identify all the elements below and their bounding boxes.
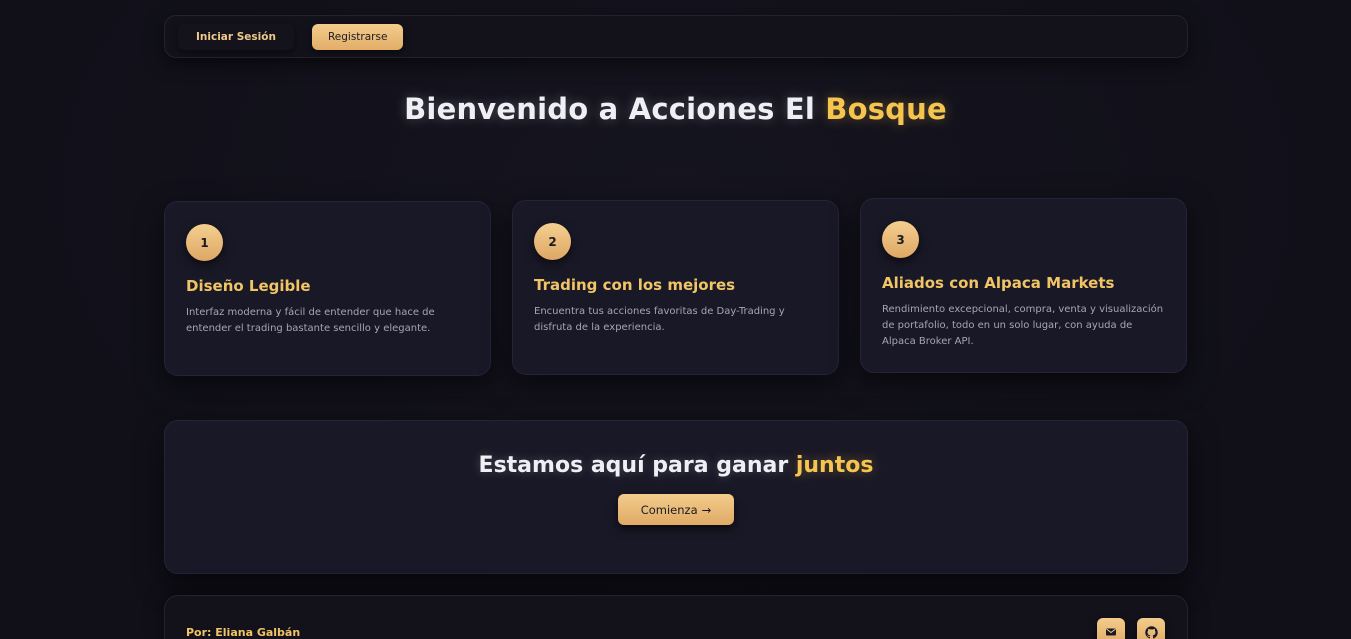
feature-card-1: 1 Diseño Legible Interfaz moderna y fáci… (164, 201, 491, 376)
github-link[interactable] (1137, 618, 1165, 639)
start-button[interactable]: Comienza → (618, 494, 734, 525)
feature-number-badge: 2 (534, 223, 571, 260)
mail-icon (1106, 628, 1116, 636)
register-button[interactable]: Registrarse (311, 23, 404, 50)
landing-page: Iniciar Sesión Registrarse Bienvenido a … (0, 0, 1351, 639)
cta-section: Estamos aquí para ganar juntos Comienza … (164, 420, 1188, 574)
login-button[interactable]: Iniciar Sesión (178, 23, 294, 50)
hero-title: Bienvenido a Acciones El Bosque (0, 92, 1351, 126)
hero-title-accent: Bosque (825, 92, 947, 126)
feature-title: Diseño Legible (186, 277, 311, 295)
feature-card-3: 3 Aliados con Alpaca Markets Rendimiento… (860, 198, 1187, 373)
hero-title-main: Bienvenido a Acciones El (404, 92, 826, 126)
feature-title: Trading con los mejores (534, 276, 736, 294)
start-button-label: Comienza (640, 502, 698, 517)
feature-number-badge: 1 (186, 224, 223, 261)
cta-title-accent: juntos (795, 453, 874, 478)
arrow-right-icon: → (701, 502, 712, 517)
navbar: Iniciar Sesión Registrarse (164, 15, 1188, 58)
feature-title: Aliados con Alpaca Markets (882, 274, 1115, 292)
feature-card-2: 2 Trading con los mejores Encuentra tus … (512, 200, 839, 375)
footer-author: Por: Eliana Galbán (186, 626, 301, 639)
footer: Por: Eliana Galbán (164, 595, 1188, 639)
feature-number-badge: 3 (882, 221, 919, 258)
feature-description: Encuentra tus acciones favoritas de Day-… (534, 306, 785, 333)
github-icon (1144, 625, 1158, 639)
mail-link[interactable] (1097, 618, 1125, 639)
feature-description: Rendimiento excepcional, compra, venta y… (882, 304, 1164, 347)
cta-title: Estamos aquí para ganar juntos (165, 453, 1187, 478)
cta-title-main: Estamos aquí para ganar (478, 453, 796, 478)
feature-description: Interfaz moderna y fácil de entender que… (186, 307, 435, 334)
